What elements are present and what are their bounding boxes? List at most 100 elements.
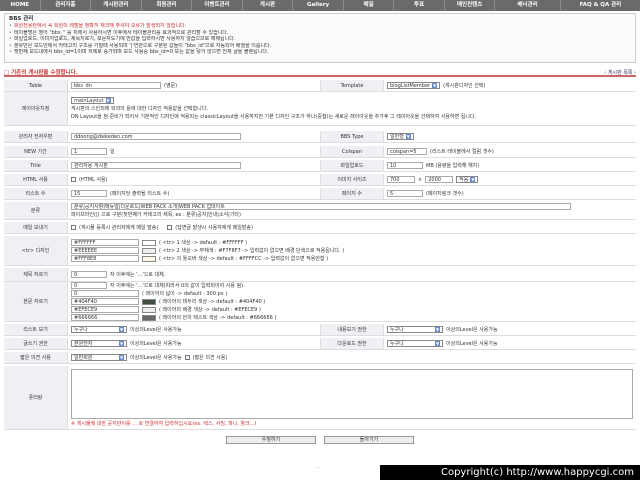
- comment-checkbox[interactable]: [184, 355, 190, 360]
- layer-border-input[interactable]: #404F40: [71, 298, 139, 305]
- form-buttons: 수정하기 돌아가기: [0, 436, 640, 444]
- img-size-separator: ×: [418, 176, 423, 183]
- nav-gallery[interactable]: Gallery: [293, 0, 344, 11]
- list-count-note: (페이지당 출력될 리스트 수): [110, 191, 170, 197]
- row-category: 분류 분류|공지사항|메뉴얼|다운로드|WEB PACK 소개|WEB PACK…: [4, 202, 636, 220]
- list-view-select[interactable]: 누구나 ▼: [71, 326, 127, 333]
- title-cut-label: 제목 자르기: [4, 268, 68, 281]
- nav-board[interactable]: 게시판: [243, 0, 294, 11]
- upload-cell: 10 MB (용량을 입력해 해지): [384, 160, 482, 171]
- category-label: 분류: [4, 202, 68, 219]
- row-html: HTML 사용 (HTML 사용) 이미지 사이즈 700 × 2000 작음 ▼: [4, 174, 636, 186]
- body-cut-input[interactable]: 0: [71, 282, 107, 289]
- row-tr-design: <tr> 디자인 #FFFFFF ( <tr> 1 색상 -> default :…: [4, 236, 636, 266]
- row-title: Title 관리자용 게시판 파일업로드 10 MB (용량을 입력해 해지): [4, 160, 636, 172]
- list-view-label: 리스트 보기: [4, 324, 68, 335]
- content-view-cell: 누구나 ▼ 이상의Level은 사용가능: [384, 324, 501, 335]
- mail-admin-checkbox[interactable]: [71, 225, 76, 230]
- new-days-input[interactable]: 1: [71, 148, 107, 155]
- bbs-type-select[interactable]: 일반형 ▼: [387, 133, 414, 140]
- layout-select[interactable]: mainLayout ▼: [71, 97, 114, 104]
- row-table: Table bbs_dn (영문) Template blogListMembe…: [4, 80, 636, 92]
- chevron-down-icon: ▼: [119, 355, 124, 360]
- layout-cell: mainLayout ▼ 게시판의 스킨외에 외곽의 틀에 대한 디자인 적용값을…: [68, 92, 479, 125]
- tr-color2-note: ( <tr> 2 색상 -> 무채색 : #F7F8F7 -> 입력값이 없으면…: [159, 248, 345, 254]
- table-input[interactable]: bbs_dn: [71, 82, 161, 89]
- list-view-note: 이상의Level은 사용가능: [130, 327, 182, 333]
- html-checkbox[interactable]: [71, 177, 76, 182]
- tr-color3-input[interactable]: #FFF8E8: [71, 255, 139, 262]
- footer-textarea[interactable]: [71, 368, 633, 419]
- nav-home[interactable]: HOME: [0, 0, 41, 11]
- content-view-select[interactable]: 누구나 ▼: [387, 326, 443, 333]
- row-write: 글쓰기 권한 본원전자 ▼ 이상의Level은 사용가능 다운로드 권한 누구나 ▼…: [4, 338, 636, 350]
- category-cell: 분류|공지사항|메뉴얼|다운로드|WEB PACK 소개|WEB PACK 업데…: [68, 202, 574, 219]
- title-label: Title: [4, 160, 68, 171]
- download-select[interactable]: 누구나 ▼: [387, 340, 443, 347]
- list-count-input[interactable]: 15: [71, 190, 107, 197]
- page-count-label: 페이지 수: [320, 188, 384, 199]
- row-comment: 짧은 의견 사용 일반회원 ▼ 이상의Level은 사용가능 (짧은 의견 사용): [4, 352, 636, 364]
- tr-color3-swatch: [142, 255, 156, 262]
- chevron-down-icon: ▼: [405, 134, 411, 139]
- comment-select[interactable]: 일반회원 ▼: [71, 354, 127, 361]
- row-list-view: 리스트 보기 누구나 ▼ 이상의Level은 사용가능 내용보기 권한 누구나 ▼ …: [4, 324, 636, 336]
- chevron-down-icon: ▼: [435, 341, 440, 346]
- section-title: □ 기존의 게시판을 수정합니다.: [4, 70, 78, 76]
- colspan-label: Colspan: [320, 146, 384, 157]
- upload-note: MB (용량을 입력해 해지): [426, 163, 480, 169]
- chevron-down-icon: ▼: [435, 327, 440, 332]
- info-line: 회원전용란에서 꼭 회원의 레벨을 정확히 체크해 주셔야 오류가 발생되지 않…: [9, 23, 631, 30]
- tr-color1-input[interactable]: #FFFFFF: [71, 239, 139, 246]
- row-new: NEW 기간 1 일 Colspan colspan=5 (리스트 테이블에서 …: [4, 146, 636, 158]
- layer-bg-swatch: [142, 306, 156, 313]
- list-count-cell: 15 (페이지당 출력될 리스트 수): [68, 188, 320, 199]
- nav-mail[interactable]: 메일: [344, 0, 395, 11]
- layer-width-input[interactable]: 0: [71, 290, 139, 297]
- colspan-input[interactable]: colspan=5: [387, 148, 427, 155]
- template-cell: blogListMember ▼ (게시판디자인 선택): [384, 80, 488, 91]
- page-dots: ...: [316, 464, 321, 470]
- bbs-type-cell: 일반형 ▼: [384, 131, 417, 142]
- template-select[interactable]: blogListMember ▼: [387, 82, 441, 89]
- tr-color2-input[interactable]: #EEEEEE: [71, 247, 139, 254]
- design-label: <tr> 디자인: [4, 236, 68, 265]
- page-count-input[interactable]: 5: [387, 190, 423, 197]
- layer-text-input[interactable]: #666666: [71, 314, 139, 321]
- content-view-note: 이상의Level은 사용가능: [446, 327, 498, 333]
- nav-main-content[interactable]: 메인컨텐츠: [445, 0, 496, 11]
- admin-email-input[interactable]: ddoong@dwkeden.com: [71, 133, 241, 140]
- upload-size-input[interactable]: 10: [387, 162, 423, 169]
- img-align-select[interactable]: 작음 ▼: [456, 176, 479, 183]
- mail-user-checkbox[interactable]: [167, 225, 173, 230]
- chevron-down-icon: ▼: [119, 341, 124, 346]
- nav-banner-admin[interactable]: 배너관리: [495, 0, 561, 11]
- nav-vote[interactable]: 투표: [394, 0, 445, 11]
- comment-note: 이상의Level은 사용가능: [130, 355, 182, 361]
- new-cell: 1 일: [68, 146, 320, 157]
- nav-admin-home[interactable]: 관리자홈: [41, 0, 92, 11]
- chevron-down-icon: ▼: [119, 327, 124, 332]
- template-note: (게시판디자인 선택): [443, 83, 486, 89]
- table-note: (영문): [164, 83, 178, 89]
- title-input[interactable]: 관리자용 게시판: [71, 162, 241, 169]
- info-line: 테이블명은 영어 "bbs_" 를 뒤에서 사용하시면 이후에서 테이블관리를 …: [9, 30, 631, 37]
- title-cut-input[interactable]: 0: [71, 271, 107, 278]
- download-label: 다운로드 권한: [320, 338, 384, 349]
- row-admin-email: 관리자 전자우편 ddoong@dwkeden.com BBS Type 일반형…: [4, 131, 636, 143]
- category-input[interactable]: 분류|공지사항|메뉴얼|다운로드|WEB PACK 소개|WEB PACK 업데…: [71, 203, 571, 210]
- img-height-input[interactable]: 2000: [425, 176, 454, 183]
- nav-member-admin[interactable]: 회원관리: [142, 0, 193, 11]
- write-select[interactable]: 본원전자 ▼: [71, 340, 127, 347]
- write-label: 글쓰기 권한: [4, 338, 68, 349]
- submit-button[interactable]: 수정하기: [226, 436, 316, 444]
- back-button[interactable]: 돌아가기: [324, 436, 414, 444]
- title-cut-cell: 0 자 이후에는 '...'으로 대체.: [68, 268, 168, 281]
- row-title-cut: 제목 자르기 0 자 이후에는 '...'으로 대체.: [4, 268, 636, 282]
- img-width-input[interactable]: 700: [387, 176, 415, 183]
- nav-board-admin[interactable]: 게시판관리: [91, 0, 142, 11]
- nav-faq-qa[interactable]: FAQ & QA 관리: [561, 0, 640, 11]
- nav-event-admin[interactable]: 이벤트관리: [192, 0, 243, 11]
- layer-bg-input[interactable]: #EFECE9: [71, 306, 139, 313]
- board-list-link[interactable]: ‹ 게시판 목록 ›: [604, 69, 636, 76]
